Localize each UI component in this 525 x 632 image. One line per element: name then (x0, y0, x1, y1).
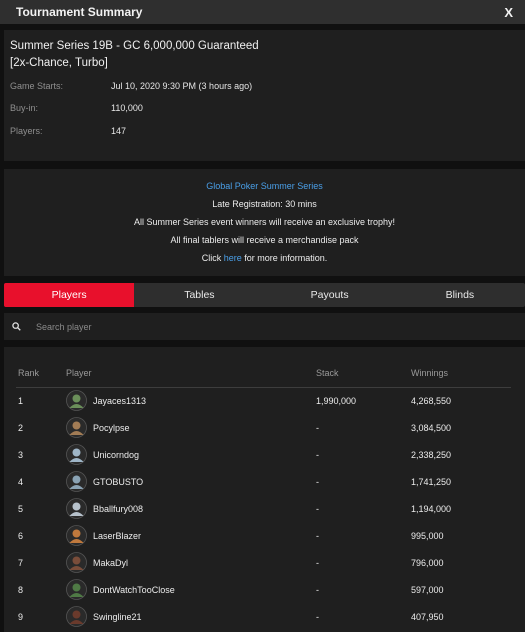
avatar (66, 552, 87, 573)
winnings-cell: 597,000 (411, 584, 444, 595)
buyin-row: Buy-in: 110,000 (10, 103, 143, 113)
stack-cell: - (316, 422, 319, 433)
players-label: Players: (10, 126, 43, 136)
table-row[interactable]: 5 Bballfury008 - 1,194,000 (16, 495, 511, 522)
tab-tables[interactable]: Tables (134, 283, 264, 307)
player-name[interactable]: GTOBUSTO (93, 477, 143, 487)
avatar (66, 444, 87, 465)
promo-merch-text: All final tablers will receive a merchan… (170, 235, 359, 245)
rank-cell: 1 (18, 395, 24, 406)
late-registration: Late Registration: 30 mins (212, 199, 317, 209)
click-suffix: for more information. (244, 253, 328, 263)
winnings-cell: 4,268,550 (411, 395, 452, 406)
header-rank[interactable]: Rank (18, 368, 39, 378)
avatar (66, 498, 87, 519)
avatar (66, 606, 87, 627)
table-row[interactable]: 4 GTOBUSTO - 1,741,250 (16, 468, 511, 495)
player-name[interactable]: LaserBlazer (93, 531, 141, 541)
promo-panel: Global Poker Summer Series Late Registra… (4, 169, 525, 276)
stack-cell: - (316, 530, 319, 541)
table-row[interactable]: 6 LaserBlazer - 995,000 (16, 522, 511, 549)
stack-cell: - (316, 557, 319, 568)
stack-cell: - (316, 476, 319, 487)
players-value: 147 (111, 126, 127, 136)
tab-players[interactable]: Players (4, 283, 135, 307)
close-button[interactable]: X (504, 5, 513, 20)
winnings-cell: 995,000 (411, 530, 444, 541)
promo-trophy-text: All Summer Series event winners will rec… (133, 217, 396, 227)
tab-blinds[interactable]: Blinds (395, 283, 525, 307)
rank-cell: 7 (18, 557, 24, 568)
table-header: Rank Player Stack Winnings (16, 361, 511, 388)
players-row: Players: 147 (10, 126, 126, 136)
game-starts-row: Game Starts: Jul 10, 2020 9:30 PM (3 hour… (10, 81, 252, 91)
window-title: Tournament Summary (16, 5, 143, 19)
winnings-cell: 2,338,250 (411, 449, 452, 460)
game-starts-label: Game Starts: (10, 81, 64, 91)
winnings-cell: 3,084,500 (411, 422, 452, 433)
player-name[interactable]: MakaDyl (93, 558, 128, 568)
rank-cell: 4 (18, 476, 24, 487)
click-prefix: Click (201, 253, 222, 263)
avatar (66, 417, 87, 438)
header-player[interactable]: Player (66, 368, 92, 378)
tab-bar: Players Tables Payouts Blinds (4, 283, 525, 307)
search-bar (4, 313, 525, 340)
stack-cell: - (316, 611, 319, 622)
avatar (66, 390, 87, 411)
search-input[interactable] (34, 320, 438, 333)
avatar (66, 579, 87, 600)
search-icon (12, 318, 21, 336)
table-row[interactable]: 2 Pocylpse - 3,084,500 (16, 414, 511, 441)
stack-cell: - (316, 584, 319, 595)
player-name[interactable]: Unicorndog (93, 450, 139, 460)
header-stack[interactable]: Stack (316, 368, 339, 378)
avatar (66, 525, 87, 546)
stack-cell: - (316, 449, 319, 460)
winnings-cell: 407,950 (411, 611, 444, 622)
stack-cell: 1,990,000 (316, 395, 357, 406)
winnings-cell: 1,194,000 (411, 503, 452, 514)
rank-cell: 8 (18, 584, 24, 595)
table-row[interactable]: 3 Unicorndog - 2,338,250 (16, 441, 511, 468)
players-table: Rank Player Stack Winnings 1 Jayaces1313 1… (4, 347, 525, 632)
rank-cell: 9 (18, 611, 24, 622)
player-name[interactable]: DontWatchTooClose (93, 585, 175, 595)
game-starts-value: Jul 10, 2020 9:30 PM (3 hours ago) (111, 81, 253, 91)
table-row[interactable]: 8 DontWatchTooClose - 597,000 (16, 576, 511, 603)
header-winnings[interactable]: Winnings (411, 368, 448, 378)
table-row[interactable]: 1 Jayaces1313 1,990,000 4,268,550 (16, 387, 511, 414)
tournament-info-panel: Summer Series 19B - GC 6,000,000 Guarant… (4, 30, 525, 161)
winnings-cell: 1,741,250 (411, 476, 452, 487)
rank-cell: 2 (18, 422, 24, 433)
player-name[interactable]: Bballfury008 (93, 504, 143, 514)
tab-payouts[interactable]: Payouts (265, 283, 395, 307)
buyin-value: 110,000 (111, 103, 143, 113)
table-row[interactable]: 9 Swingline21 - 407,950 (16, 603, 511, 630)
rank-cell: 6 (18, 530, 24, 541)
promo-click-line: Click here for more information. (4, 253, 525, 263)
buyin-label: Buy-in: (10, 103, 39, 113)
series-link[interactable]: Global Poker Summer Series (206, 181, 323, 191)
player-name[interactable]: Pocylpse (93, 423, 130, 433)
player-name[interactable]: Jayaces1313 (93, 396, 146, 406)
rank-cell: 5 (18, 503, 24, 514)
table-row[interactable]: 7 MakaDyl - 796,000 (16, 549, 511, 576)
stack-cell: - (316, 503, 319, 514)
event-name: Summer Series 19B - GC 6,000,000 Guarant… (10, 40, 259, 69)
avatar (66, 471, 87, 492)
player-name[interactable]: Swingline21 (93, 612, 142, 622)
title-bar: Tournament Summary X (0, 0, 525, 24)
more-info-link[interactable]: here (224, 253, 242, 263)
winnings-cell: 796,000 (411, 557, 444, 568)
rank-cell: 3 (18, 449, 24, 460)
